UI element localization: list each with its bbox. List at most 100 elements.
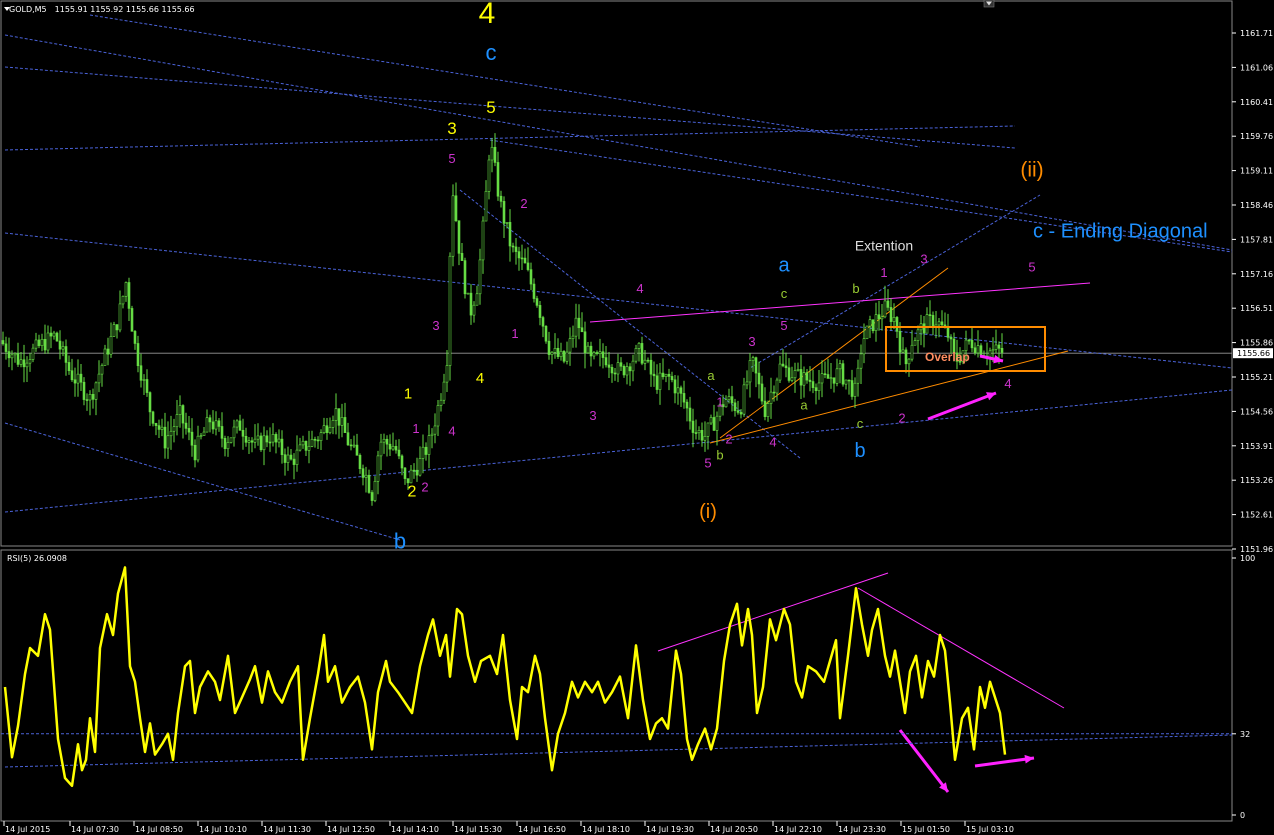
time-tick-label: 14 Jul 18:10: [582, 825, 630, 834]
candle-body: [664, 373, 668, 378]
price-tick-label: 1151.96: [1240, 545, 1273, 554]
candle-body: [364, 474, 368, 478]
candle-body: [409, 469, 413, 484]
candle-body: [349, 444, 353, 447]
candle-body: [946, 326, 950, 338]
time-tick-label: 14 Jul 11:30: [263, 825, 311, 834]
price-tick-label: 1153.26: [1240, 476, 1273, 485]
wave-label: 3: [748, 334, 755, 349]
candle-body: [484, 191, 488, 222]
candle-body: [508, 222, 512, 247]
candle-body: [238, 420, 242, 431]
candle-body: [526, 262, 530, 270]
price-tick-label: 1157.16: [1240, 270, 1273, 279]
candle-body: [463, 260, 467, 295]
candle-body: [247, 440, 251, 443]
candle-body: [754, 357, 758, 374]
candle-body: [385, 438, 389, 445]
candle-body: [265, 435, 269, 443]
candle-body: [19, 359, 23, 365]
candle-body: [889, 307, 893, 322]
wave-label: 3: [589, 408, 596, 423]
candle-body: [880, 316, 884, 320]
candle-body: [886, 300, 890, 308]
candle-body: [109, 335, 113, 355]
candle-body: [361, 468, 365, 478]
candle-body: [73, 379, 77, 384]
candle-body: [301, 440, 305, 446]
candle-body: [259, 435, 263, 451]
price-tick-label: 1154.56: [1240, 407, 1273, 416]
candle-body: [151, 411, 155, 424]
candle-body: [166, 435, 170, 449]
candle-body: [220, 426, 224, 439]
candle-body: [826, 374, 830, 379]
wave-label: 4: [1004, 376, 1011, 391]
candle-body: [274, 434, 278, 443]
wave-label: 1: [404, 386, 412, 403]
candle-body: [676, 387, 680, 394]
candle-body: [538, 305, 542, 318]
candle-body: [646, 359, 650, 362]
candle-body: [142, 379, 146, 381]
candle-body: [454, 195, 458, 221]
candle-body: [763, 400, 767, 417]
wave-label: 5: [704, 455, 711, 470]
candle-body: [604, 357, 608, 366]
wave-label: 4: [448, 424, 455, 439]
candle-body: [580, 327, 584, 333]
candle-body: [172, 426, 176, 432]
candle-body: [505, 222, 509, 224]
candle-body: [256, 435, 260, 440]
candle-body: [370, 492, 374, 501]
candle-body: [499, 195, 503, 202]
candle-body: [100, 365, 104, 375]
candle-body: [682, 393, 686, 403]
candle-body: [280, 438, 284, 455]
candle-body: [433, 425, 437, 435]
candle-body: [742, 384, 746, 415]
candle-body: [61, 346, 65, 350]
candle-body: [412, 469, 416, 472]
candle-body: [913, 340, 917, 346]
candle-body: [46, 332, 50, 351]
candle-body: [40, 339, 44, 346]
candle-body: [136, 343, 140, 367]
candle-body: [736, 410, 740, 413]
candle-body: [622, 365, 626, 376]
candle-body: [199, 435, 203, 437]
candle-body: [865, 325, 869, 339]
candle-body: [679, 387, 683, 394]
candle-body: [193, 444, 197, 461]
candle-body: [871, 319, 875, 332]
wave-label: 3: [447, 119, 456, 138]
candle-body: [727, 396, 731, 400]
close-panel-icon[interactable]: [983, 0, 995, 8]
candle-body: [190, 431, 194, 446]
candle-body: [808, 379, 812, 382]
candle-body: [574, 317, 578, 337]
candle-body: [4, 343, 8, 352]
wave-label: (i): [699, 501, 717, 523]
candle-body: [397, 449, 401, 457]
wave-label: 2: [520, 196, 527, 211]
candle-body: [748, 360, 752, 383]
candle-body: [379, 441, 383, 457]
candle-body: [766, 403, 770, 417]
wave-label: 4: [476, 370, 484, 387]
candle-body: [139, 365, 143, 381]
time-tick-label: 14 Jul 07:30: [71, 825, 119, 834]
overlap-label: Overlap: [925, 350, 970, 364]
candle-body: [529, 269, 533, 285]
candle-body: [931, 315, 935, 328]
candle-body: [691, 420, 695, 433]
candle-body: [625, 366, 629, 376]
candle-body: [10, 354, 14, 359]
candle-body: [616, 362, 620, 375]
candle-body: [949, 337, 953, 340]
candle-body: [547, 340, 551, 355]
candle-body: [844, 379, 848, 385]
candle-body: [187, 428, 191, 433]
wave-label: 2: [421, 479, 428, 494]
candle-body: [421, 446, 425, 459]
